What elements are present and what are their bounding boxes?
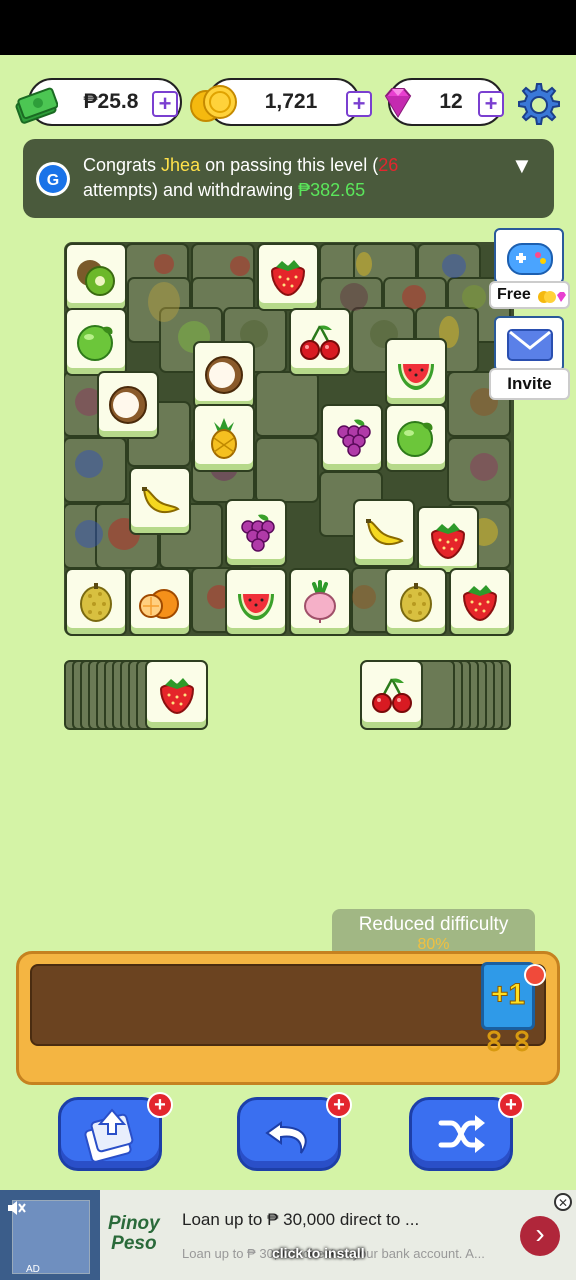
watermelon-icon — [234, 580, 278, 624]
tile-orange[interactable] — [129, 568, 191, 636]
shuffle-icon — [438, 1115, 485, 1153]
tile-lime[interactable] — [65, 308, 127, 376]
ad-title[interactable]: Loan up to ₱ 30,000 direct to ... — [182, 1210, 419, 1230]
lime-icon — [394, 416, 438, 460]
coconut-icon — [202, 353, 246, 397]
banana-icon — [362, 511, 406, 555]
undo-arrow-icon — [265, 1121, 307, 1154]
ad-banner[interactable]: AD Pinoy Peso Loan up to ₱ 30,000 direct… — [0, 1190, 576, 1280]
tile-strawberry[interactable] — [449, 568, 511, 636]
coin-balance: 1,721 — [264, 90, 318, 113]
free-coin-gem-icon — [538, 291, 566, 303]
tile-coconut[interactable] — [97, 371, 159, 439]
ad-close-button[interactable]: ✕ — [554, 1193, 572, 1211]
booster-notification-dot — [524, 964, 546, 986]
add-coins-button[interactable]: + — [346, 91, 372, 117]
tile-watermelon[interactable] — [385, 338, 447, 406]
withdraw-announcement-banner: G Congrats Jhea on passing this level (2… — [23, 139, 554, 218]
coconut-icon — [106, 383, 150, 427]
click-to-install-overlay[interactable]: click to install — [272, 1245, 365, 1261]
ad-brand-line2: Peso — [111, 1233, 157, 1254]
gem-icon — [384, 88, 412, 118]
pop-out-icon — [84, 1108, 134, 1162]
mute-icon[interactable] — [6, 1198, 26, 1218]
tile-banana[interactable] — [353, 499, 415, 567]
free-label: Free — [497, 286, 531, 303]
grape-icon — [234, 511, 278, 555]
tile-tray-slots — [30, 964, 546, 1046]
tile-grape[interactable] — [321, 404, 383, 472]
banner-line2-text: attempts) and withdrawing — [83, 180, 299, 200]
envelope-icon — [507, 329, 553, 361]
lime-icon — [74, 320, 118, 364]
attempts-count: 26 — [378, 155, 399, 175]
undo-add-badge[interactable]: + — [326, 1092, 352, 1118]
tile-durian[interactable] — [65, 568, 127, 636]
tile-lime[interactable] — [385, 404, 447, 472]
turnip-icon — [298, 580, 342, 624]
add-cash-button[interactable]: + — [152, 91, 178, 117]
add-gems-button[interactable]: + — [478, 91, 504, 117]
banner-line-1: Congrats Jhea on passing this level (26 — [83, 155, 398, 176]
tile-kiwi[interactable] — [65, 243, 127, 311]
svg-text:G: G — [47, 172, 59, 189]
tile-grape[interactable] — [225, 499, 287, 567]
strawberry-icon — [458, 580, 502, 624]
watermelon-icon — [394, 350, 438, 394]
pineapple-icon — [202, 416, 246, 460]
ad-tag: AD — [26, 1264, 40, 1275]
gamepad-icon — [507, 243, 553, 275]
ad-brand-logo: Pinoy Peso — [108, 1214, 160, 1254]
left-stack-top-tile[interactable] — [145, 660, 208, 730]
free-games-button[interactable] — [494, 228, 564, 284]
kiwi-icon — [74, 255, 118, 299]
withdraw-amount: ₱382.65 — [298, 180, 366, 200]
strawberry-icon — [266, 255, 310, 299]
booster-label: +1 — [490, 978, 526, 1012]
orange-icon — [138, 580, 182, 624]
tile-cherry[interactable] — [289, 308, 351, 376]
coins-icon — [190, 85, 237, 122]
tile-strawberry[interactable] — [257, 243, 319, 311]
pop-out-add-badge[interactable]: + — [147, 1092, 173, 1118]
durian-icon — [394, 580, 438, 624]
banana-icon — [138, 479, 182, 523]
tile-banana[interactable] — [129, 467, 191, 535]
difficulty-label: Reduced difficulty — [358, 914, 509, 935]
g-logo-icon: G — [36, 162, 70, 196]
status-bar — [0, 0, 576, 55]
settings-gear-icon[interactable] — [512, 80, 562, 130]
shuffle-add-badge[interactable]: + — [498, 1092, 524, 1118]
invite-label-box[interactable]: Invite — [489, 368, 570, 400]
ad-brand-line1: Pinoy — [108, 1213, 160, 1234]
cherry-icon — [298, 320, 342, 364]
tile-watermelon[interactable] — [225, 568, 287, 636]
banner-prefix: Congrats — [83, 155, 162, 175]
strawberry-icon — [155, 673, 199, 717]
grape-icon — [330, 416, 374, 460]
tile-coconut[interactable] — [193, 341, 255, 409]
cash-balance: ₱25.8 — [83, 90, 139, 113]
gem-balance: 12 — [439, 90, 463, 113]
tile-turnip[interactable] — [289, 568, 351, 636]
tile-pineapple[interactable] — [193, 404, 255, 472]
invite-label: Invite — [507, 374, 552, 393]
right-stack-top-tile[interactable] — [360, 660, 423, 730]
banner-toggle-icon[interactable]: ▼ — [511, 153, 533, 179]
ad-next-button[interactable]: › — [520, 1216, 560, 1256]
invite-button[interactable] — [494, 316, 564, 372]
durian-icon — [74, 580, 118, 624]
winner-name: Jhea — [161, 155, 201, 175]
free-label-box[interactable]: Free — [489, 281, 570, 309]
banner-mid: on passing this level ( — [200, 155, 379, 175]
tile-strawberry[interactable] — [417, 506, 479, 574]
strawberry-icon — [426, 518, 470, 562]
cherry-icon — [370, 673, 414, 717]
chain-lock-icon — [487, 1030, 529, 1052]
banner-line-2: attempts) and withdrawing ₱382.65 — [83, 180, 365, 201]
cash-stack-icon — [15, 87, 58, 124]
tile-durian[interactable] — [385, 568, 447, 636]
